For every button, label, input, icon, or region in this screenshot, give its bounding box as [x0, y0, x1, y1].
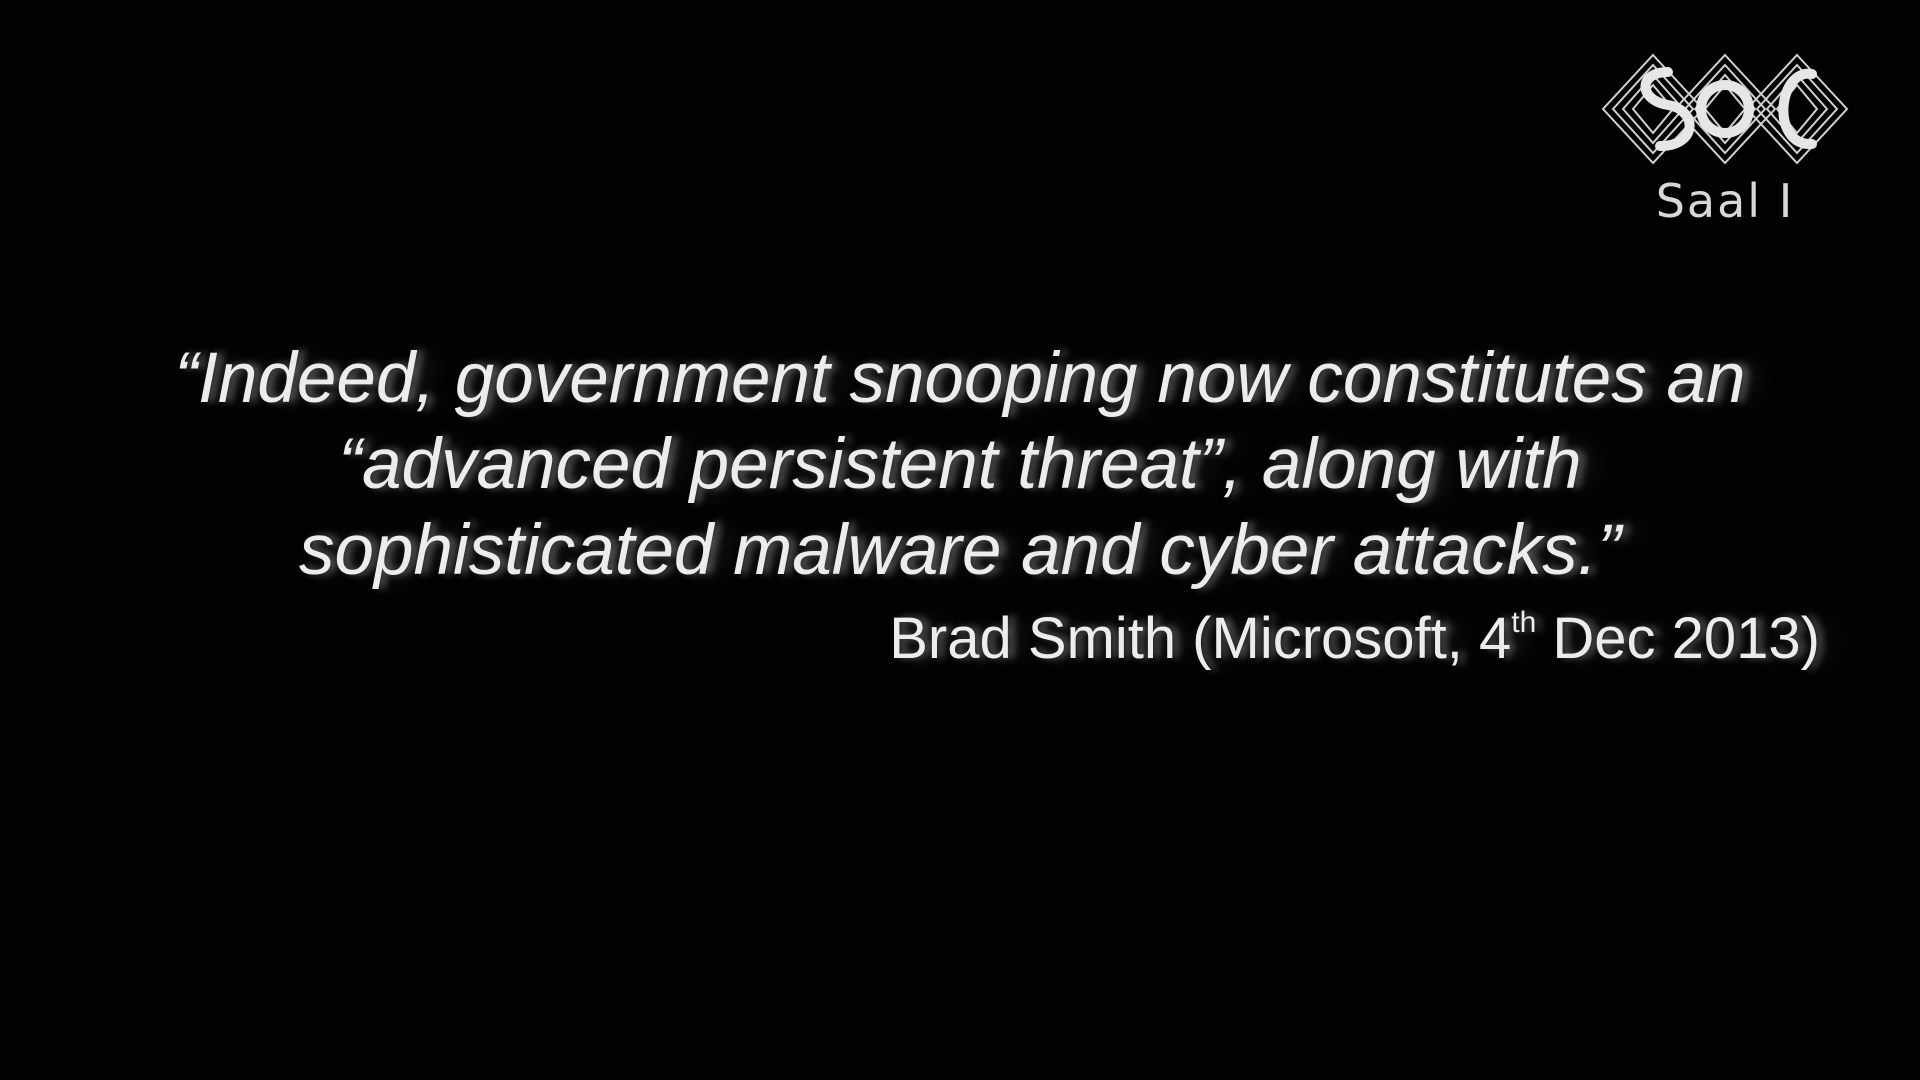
conference-logo-icon — [1601, 53, 1849, 165]
quote-attribution: Brad Smith (Microsoft, 4th Dec 2013) — [600, 604, 1820, 674]
quote-line: “Indeed, government snooping now constit… — [174, 339, 1746, 418]
attribution-date: Dec 2013) — [1536, 606, 1820, 671]
room-label: Saal I — [1655, 174, 1795, 228]
quote-text: “Indeed, government snooping now constit… — [60, 336, 1860, 594]
conference-logo: Saal I — [1590, 50, 1860, 240]
slide: Saal I “Indeed, government snooping now … — [0, 0, 1920, 1080]
quote-line: sophisticated malware and cyber attacks.… — [299, 511, 1621, 590]
quote-line: “advanced persistent threat”, along with — [338, 425, 1582, 504]
ordinal-suffix: th — [1511, 606, 1537, 639]
attribution-text: Brad Smith (Microsoft, 4 — [889, 606, 1512, 671]
